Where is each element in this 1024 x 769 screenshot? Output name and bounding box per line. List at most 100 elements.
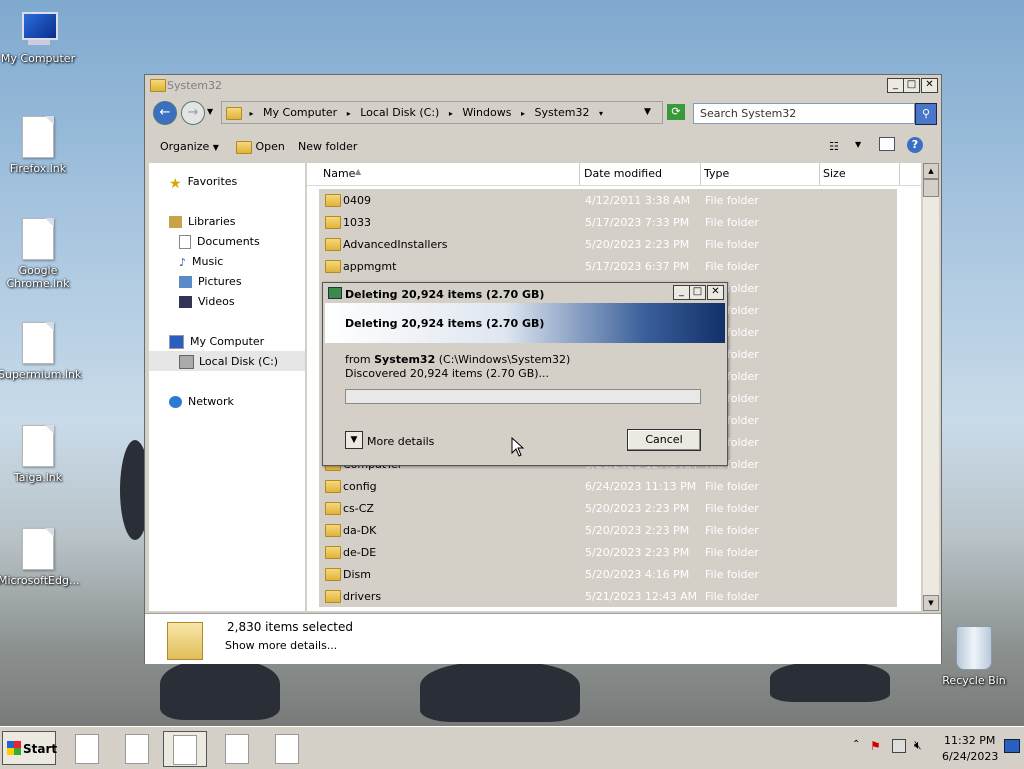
network-tray-icon[interactable]: [892, 739, 906, 753]
organize-menu[interactable]: Organize ▼: [160, 140, 219, 153]
table-row[interactable]: 0409 4/12/2011 3:38 AM File folder: [319, 189, 897, 211]
desktop-icon-firefox[interactable]: Firefox.lnk: [0, 116, 78, 175]
taskbar: Start ⌃ ⚑ 🔇︎ 11:32 PM 6/24/2023: [0, 726, 1024, 769]
new-folder-button[interactable]: New folder: [298, 140, 357, 153]
start-button[interactable]: Start: [2, 731, 57, 765]
taskbar-item[interactable]: [66, 731, 108, 765]
table-row[interactable]: AdvancedInstallers 5/20/2023 2:23 PM File …: [319, 233, 897, 255]
column-size[interactable]: Size: [823, 167, 846, 180]
close-button[interactable]: ✕: [921, 78, 938, 93]
navigation-pane: ★ Favorites Libraries Documents ♪ Music Pi…: [149, 163, 305, 611]
nav-videos[interactable]: Videos: [179, 295, 235, 308]
table-row[interactable]: 1033 5/17/2023 7:33 PM File folder: [319, 211, 897, 233]
column-name[interactable]: Name: [323, 167, 355, 180]
document-icon: [275, 734, 299, 764]
column-divider[interactable]: [819, 163, 820, 185]
recent-pages-dropdown[interactable]: ▼: [207, 107, 213, 116]
table-row[interactable]: Dism 5/20/2023 4:16 PM File folder: [319, 563, 897, 585]
table-row[interactable]: drivers 5/21/2023 12:43 AM File folder: [319, 585, 897, 607]
table-row[interactable]: da-DK 5/20/2023 2:23 PM File folder: [319, 519, 897, 541]
scroll-up-button[interactable]: ▲: [923, 163, 939, 179]
desktop-icon-recycle-bin[interactable]: Recycle Bin: [934, 626, 1014, 687]
address-dropdown-icon[interactable]: ▼: [644, 102, 651, 123]
breadcrumb-local-disk[interactable]: Local Disk (C:): [360, 102, 439, 123]
shortcut-file-icon: [22, 218, 54, 260]
dialog-close-button[interactable]: ✕: [707, 285, 724, 300]
nav-pictures[interactable]: Pictures: [179, 275, 242, 288]
videos-icon: [179, 296, 192, 308]
show-more-details-link[interactable]: Show more details...: [225, 639, 337, 652]
dialog-title: Deleting 20,924 items (2.70 GB): [345, 288, 545, 301]
address-bar[interactable]: ▸ My Computer ▸ Local Disk (C:) ▸ Window…: [221, 101, 663, 124]
windows-logo-icon: [7, 741, 21, 755]
column-divider[interactable]: [899, 163, 900, 185]
preview-pane-icon[interactable]: [879, 137, 895, 151]
search-icon[interactable]: ⚲: [915, 103, 937, 125]
column-type[interactable]: Type: [704, 167, 729, 180]
table-row[interactable]: cs-CZ 5/20/2023 2:23 PM File folder: [319, 497, 897, 519]
desktop-icon-taiga[interactable]: Taiga.lnk: [0, 425, 78, 484]
nav-network[interactable]: Network: [169, 395, 234, 408]
cancel-button[interactable]: Cancel: [627, 429, 701, 451]
clock-time[interactable]: 11:32 PM: [944, 734, 995, 747]
breadcrumb-separator: ▸: [520, 109, 525, 118]
drive-icon: [179, 355, 194, 369]
dialog-maximize-button[interactable]: □: [689, 285, 706, 300]
window-titlebar[interactable]: System32 _ □ ✕: [145, 75, 941, 95]
details-pane: 2,830 items selected Show more details..…: [145, 613, 941, 664]
taskbar-item[interactable]: [266, 731, 308, 765]
desktop-icon-supermium[interactable]: Supermium.lnk: [0, 322, 81, 381]
desktop-icon-chrome[interactable]: Google Chrome.lnk: [0, 218, 78, 290]
nav-my-computer[interactable]: My Computer: [169, 335, 264, 349]
document-icon: [173, 735, 197, 765]
nav-libraries[interactable]: Libraries: [169, 215, 236, 228]
table-row[interactable]: config 6/24/2023 11:13 PM File folder: [319, 475, 897, 497]
maximize-button[interactable]: □: [903, 78, 920, 93]
column-divider[interactable]: [700, 163, 701, 185]
action-center-icon[interactable]: ⚑: [870, 739, 881, 753]
folder-icon: [325, 502, 341, 515]
breadcrumb-system32[interactable]: System32: [534, 102, 589, 123]
show-hidden-icons-button[interactable]: ⌃: [852, 739, 860, 750]
taskbar-item[interactable]: [116, 731, 158, 765]
desktop-icon-my-computer[interactable]: My Computer: [0, 10, 78, 65]
folder-icon: [325, 480, 341, 493]
volume-muted-icon[interactable]: 🔇︎: [914, 738, 922, 753]
search-input[interactable]: Search System32: [693, 103, 915, 124]
column-date[interactable]: Date modified: [584, 167, 662, 180]
more-details-toggle[interactable]: ▼: [345, 431, 363, 449]
more-details-label[interactable]: More details: [367, 435, 434, 448]
nav-documents[interactable]: Documents: [179, 235, 260, 249]
forward-button[interactable]: →: [181, 101, 205, 125]
desktop-icon-edge[interactable]: MicrosoftEdg...: [0, 528, 79, 587]
help-icon[interactable]: ?: [907, 137, 923, 153]
nav-favorites[interactable]: ★ Favorites: [169, 175, 237, 192]
table-row[interactable]: appmgmt 5/17/2023 6:37 PM File folder: [319, 255, 897, 277]
nav-music[interactable]: ♪ Music: [179, 255, 223, 269]
back-button[interactable]: ←: [153, 101, 177, 125]
table-row[interactable]: de-DE 5/20/2023 2:23 PM File folder: [319, 541, 897, 563]
column-divider[interactable]: [579, 163, 580, 185]
view-options-icon[interactable]: ☷: [829, 140, 839, 153]
breadcrumb-windows[interactable]: Windows: [462, 102, 511, 123]
show-desktop-button[interactable]: [1004, 739, 1020, 753]
nav-local-disk-selected[interactable]: Local Disk (C:): [149, 351, 305, 371]
view-options-dropdown[interactable]: ▼: [855, 140, 861, 149]
taskbar-item[interactable]: [216, 731, 258, 765]
clock-date[interactable]: 6/24/2023: [942, 750, 998, 763]
background-rock: [420, 662, 580, 722]
shortcut-file-icon: [22, 425, 54, 467]
scroll-thumb[interactable]: [923, 179, 939, 197]
taskbar-item-active[interactable]: [163, 731, 207, 767]
music-icon: ♪: [179, 256, 187, 269]
folder-icon: [325, 546, 341, 559]
scroll-down-button[interactable]: ▼: [923, 595, 939, 611]
open-button[interactable]: Open: [236, 140, 285, 154]
breadcrumb-my-computer[interactable]: My Computer: [263, 102, 337, 123]
folder-icon: [325, 194, 341, 207]
shortcut-file-icon: [22, 116, 54, 158]
dialog-minimize-button[interactable]: _: [673, 285, 690, 300]
refresh-button[interactable]: ⟳: [667, 104, 685, 120]
minimize-button[interactable]: _: [887, 78, 904, 93]
vertical-scrollbar[interactable]: ▲ ▼: [923, 163, 939, 611]
